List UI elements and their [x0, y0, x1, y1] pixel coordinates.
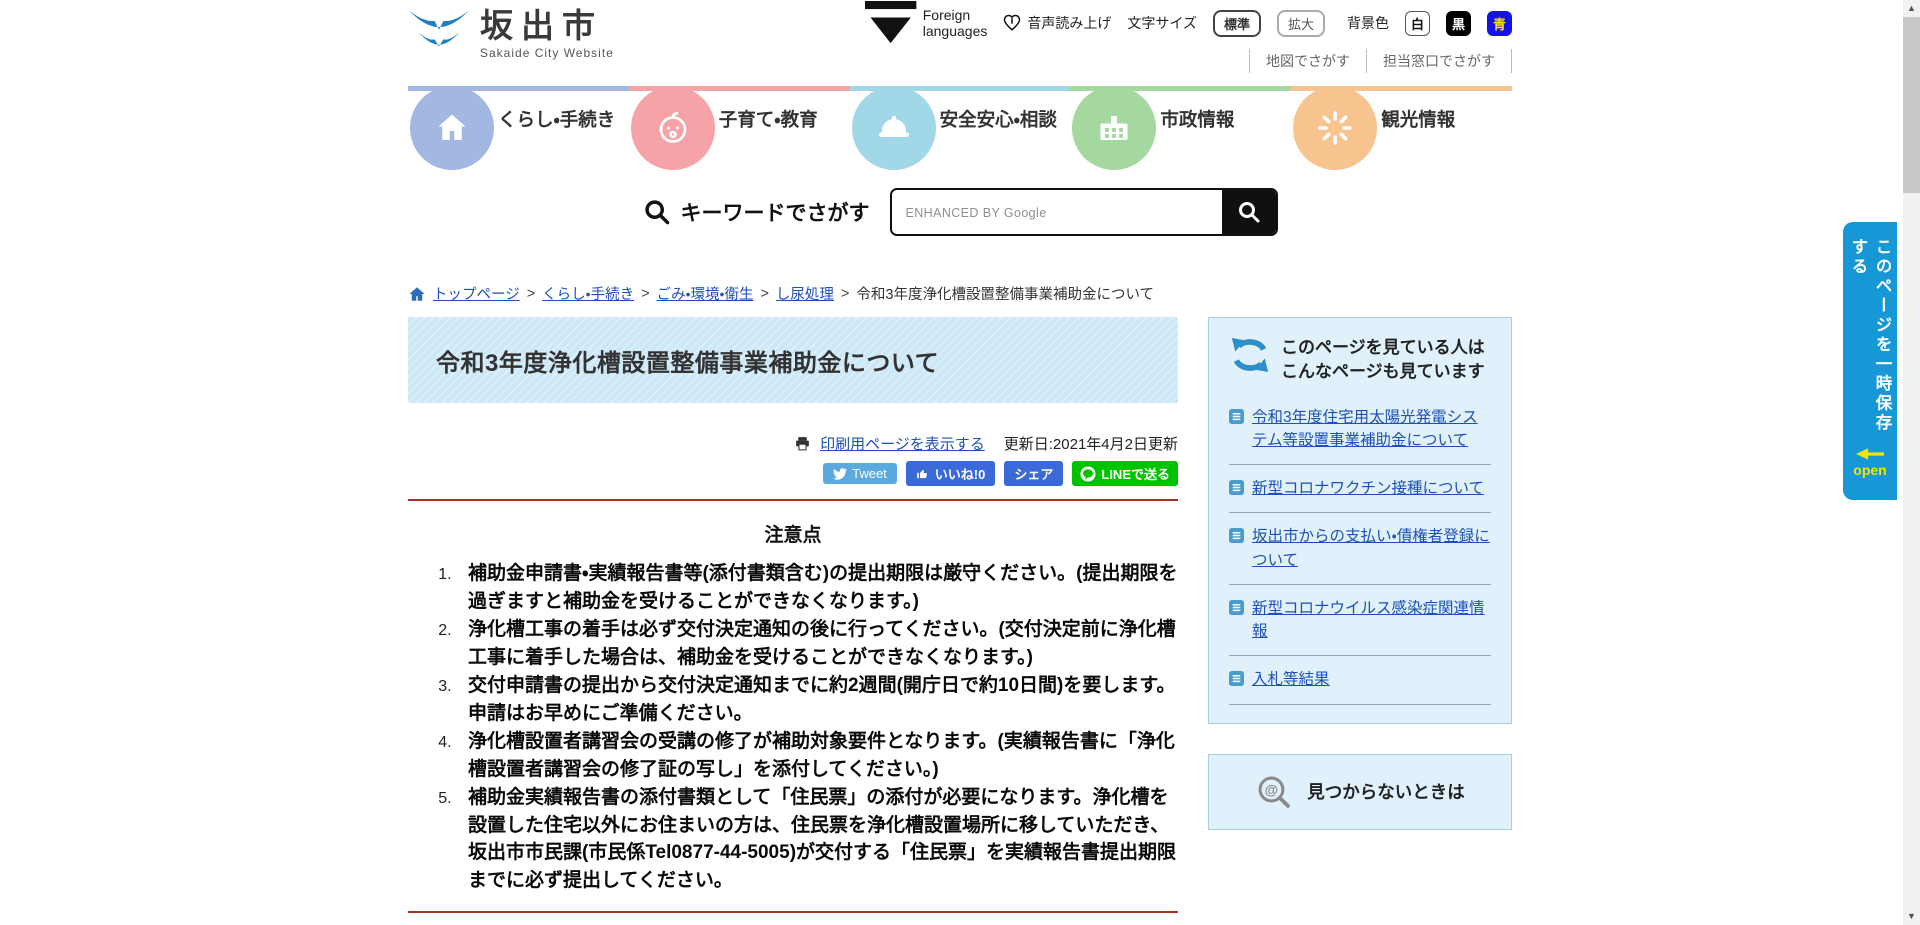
document-icon: [1229, 480, 1244, 495]
breadcrumb-link[interactable]: し尿処理: [776, 283, 834, 304]
search-label: キーワードでさがす: [681, 197, 870, 227]
related-pages-box: このページを見ている人は こんなページも見ています 令和3年度住宅用太陽光発電シ…: [1208, 317, 1512, 724]
related-link-item: 令和3年度住宅用太陽光発電システム等設置事業補助金について: [1229, 394, 1491, 466]
site-logo[interactable]: 坂出市 Sakaide City Website: [408, 8, 614, 80]
related-pages-title: このページを見ている人は こんなページも見ています: [1281, 336, 1485, 384]
note-item: 補助金実績報告書の添付書類として「住民票」の添付が必要になります。浄化槽を設置し…: [456, 784, 1178, 894]
related-link-item: 新型コロナウイルス感染症関連情報: [1229, 585, 1491, 657]
sakaide-bird-logo-icon: [408, 8, 470, 62]
find-by-map-link[interactable]: 地図でさがす: [1250, 51, 1366, 71]
not-found-box[interactable]: @ 見つからないときは: [1208, 754, 1512, 830]
line-share-button[interactable]: LINEで送る: [1072, 461, 1178, 486]
scroll-down-arrow[interactable]: ▼: [1903, 908, 1920, 925]
bg-white-button[interactable]: 白: [1405, 11, 1430, 36]
breadcrumb-current: 令和3年度浄化槽設置整備事業補助金について: [856, 283, 1154, 304]
breadcrumb: トップページ > くらし・手続き > ごみ・環境・衛生 > し尿処理 > 令和3…: [408, 283, 1512, 304]
nav-item-shisei[interactable]: 市政情報: [1070, 86, 1291, 152]
twitter-bird-icon: [833, 467, 847, 481]
tweet-button[interactable]: Tweet: [823, 463, 897, 484]
text-size-standard-button[interactable]: 標準: [1213, 10, 1261, 37]
nav-item-anzen[interactable]: 安全安心・相談: [850, 86, 1071, 152]
search-input[interactable]: [892, 190, 1222, 234]
save-page-tab[interactable]: このページを一時保存する open: [1843, 222, 1897, 500]
page-container: 坂出市 Sakaide City Website Foreign languag…: [408, 0, 1512, 925]
dropdown-triangle-icon: [865, 1, 916, 45]
search-button-icon: [1237, 200, 1261, 224]
site-title: 坂出市: [480, 8, 614, 44]
svg-text:@: @: [1265, 781, 1279, 797]
voice-reading-link[interactable]: 音声読み上げ: [1003, 13, 1111, 33]
line-icon: [1080, 466, 1096, 482]
bg-black-button[interactable]: 黒: [1446, 11, 1471, 36]
related-links-list: 令和3年度住宅用太陽光発電システム等設置事業補助金について 新型コロナワクチン接…: [1229, 394, 1491, 705]
nav-item-kosodate[interactable]: 子育て・教育: [629, 86, 850, 152]
page-title: 令和3年度浄化槽設置整備事業補助金について: [436, 343, 939, 378]
main-content: 令和3年度浄化槽設置整備事業補助金について 印刷用ページを表示する 更新日:20…: [408, 317, 1178, 925]
note-item: 浄化槽工事の着手は必ず交付決定通知の後に行ってください。(交付決定前に浄化槽工事…: [456, 616, 1178, 671]
save-page-label: このページを一時保存する: [1846, 238, 1894, 442]
bg-color-label: 背景色: [1347, 13, 1389, 33]
print-page-link[interactable]: 印刷用ページを表示する: [820, 433, 985, 454]
note-item: 補助金申請書・実績報告書等(添付書類含む)の提出期限は厳守ください。(提出期限を…: [456, 560, 1178, 615]
scroll-thumb[interactable]: [1903, 17, 1920, 193]
breadcrumb-link[interactable]: トップページ: [433, 283, 520, 304]
text-size-label: 文字サイズ: [1127, 13, 1197, 33]
related-link[interactable]: 新型コロナワクチン接種について: [1252, 477, 1484, 500]
facebook-like-button[interactable]: いいね!0: [906, 461, 996, 486]
home-icon: [434, 110, 470, 146]
breadcrumb-home-icon: [408, 285, 426, 303]
find-by-desk-link[interactable]: 担当窓口でさがす: [1367, 51, 1511, 71]
scrollbar[interactable]: ▲ ▼: [1903, 0, 1920, 925]
related-link[interactable]: 令和3年度住宅用太陽光発電システム等設置事業補助金について: [1252, 406, 1491, 453]
thumbs-up-icon: [916, 467, 930, 481]
site-header: 坂出市 Sakaide City Website Foreign languag…: [408, 0, 1512, 80]
not-found-label: 見つからないときは: [1307, 779, 1465, 804]
site-search: キーワードでさがす: [408, 186, 1512, 238]
document-icon: [1229, 409, 1244, 424]
search-icon: [643, 198, 671, 226]
bg-blue-button[interactable]: 青: [1487, 11, 1512, 36]
nav-item-kankou[interactable]: 観光情報: [1291, 86, 1512, 152]
breadcrumb-link[interactable]: くらし・手続き: [542, 283, 634, 304]
related-link[interactable]: 新型コロナウイルス感染症関連情報: [1252, 597, 1491, 644]
notes-heading: 注意点: [408, 520, 1178, 547]
related-link-item: 新型コロナワクチン接種について: [1229, 465, 1491, 513]
open-label: open: [1853, 462, 1886, 478]
red-divider-top: [408, 499, 1178, 501]
city-hall-icon: [1096, 110, 1132, 146]
text-size-large-button[interactable]: 拡大: [1277, 10, 1325, 37]
baby-icon: [655, 110, 691, 146]
foreign-languages-menu[interactable]: Foreign languages: [865, 1, 987, 45]
scroll-up-arrow[interactable]: ▲: [1903, 0, 1920, 17]
global-nav: くらし・手続き 子育て・教育 安全安心・相談: [408, 86, 1512, 152]
nav-item-kurashi[interactable]: くらし・手続き: [408, 86, 629, 152]
page-title-banner: 令和3年度浄化槽設置整備事業補助金について: [408, 317, 1178, 403]
facebook-share-button[interactable]: シェア: [1004, 461, 1063, 486]
red-divider-bottom: [408, 911, 1178, 913]
document-icon: [1229, 671, 1244, 686]
note-item: 交付申請書の提出から交付決定通知までに約2週間(開庁日で約10日間)を要します。…: [456, 672, 1178, 727]
helmet-icon: [876, 110, 912, 146]
sun-icon: [1317, 110, 1353, 146]
note-item: 浄化槽設置者講習会の受講の修了が補助対象要件となります。(実績報告書に「浄化槽設…: [456, 728, 1178, 783]
notes-list: 補助金申請書・実績報告書等(添付書類含む)の提出期限は厳守ください。(提出期限を…: [428, 560, 1178, 895]
related-link-item: 坂出市からの支払い・債権者登録について: [1229, 513, 1491, 585]
voice-heart-icon: [1003, 14, 1021, 32]
breadcrumb-link[interactable]: ごみ・環境・衛生: [657, 283, 754, 304]
search-help-icon: @: [1255, 773, 1293, 811]
header-utilities: Foreign languages 音声読み上げ 文字サイズ 標準 拡大 背景色…: [865, 8, 1512, 80]
document-icon: [1229, 600, 1244, 615]
updated-date: 更新日:2021年4月2日更新: [1004, 433, 1178, 454]
related-link-item: 入札等結果: [1229, 656, 1491, 704]
printer-icon: [794, 435, 811, 452]
document-icon: [1229, 528, 1244, 543]
related-cycle-icon: [1229, 338, 1271, 372]
site-subtitle: Sakaide City Website: [480, 46, 614, 60]
related-link[interactable]: 入札等結果: [1252, 668, 1330, 691]
search-submit-button[interactable]: [1222, 190, 1276, 234]
sidebar: このページを見ている人は こんなページも見ています 令和3年度住宅用太陽光発電シ…: [1208, 317, 1512, 830]
open-arrow-icon: [1856, 448, 1884, 460]
related-link[interactable]: 坂出市からの支払い・債権者登録について: [1252, 525, 1491, 572]
